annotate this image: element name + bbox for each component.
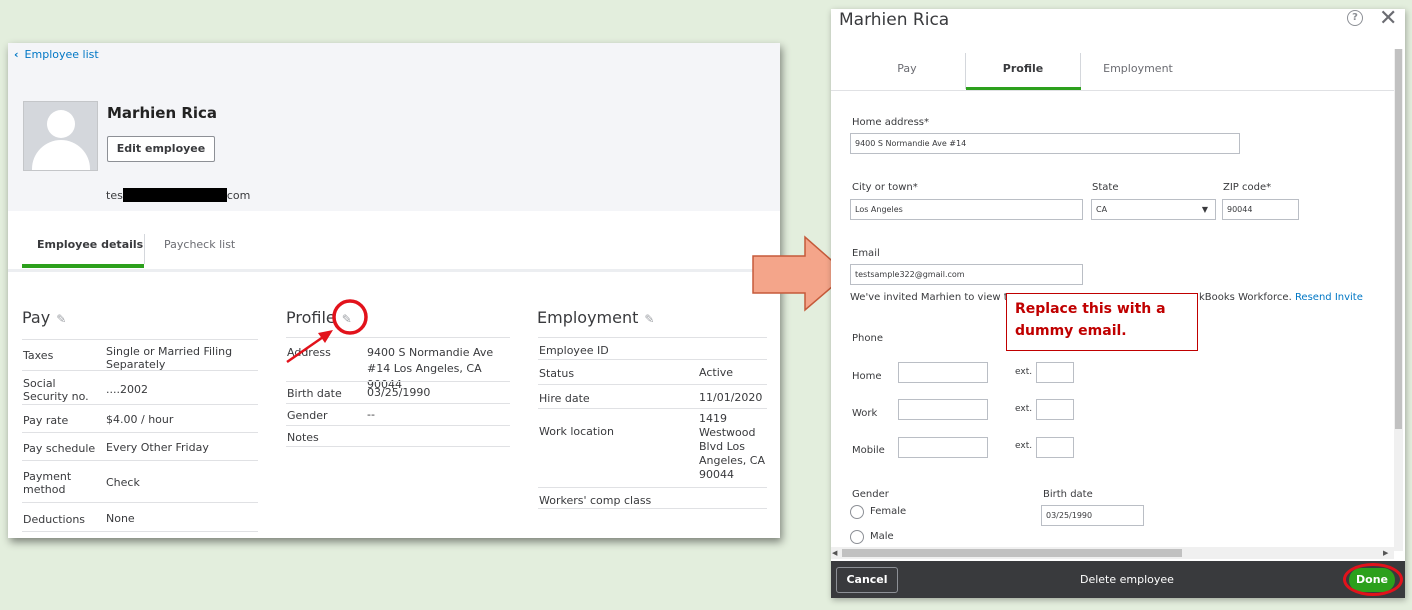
state-select[interactable]: CA ▼ <box>1091 199 1216 220</box>
mobile-phone-label: Mobile <box>852 445 885 456</box>
gender-label: Gender <box>852 489 889 500</box>
vertical-scrollbar[interactable] <box>1394 49 1403 551</box>
mobile-ext-input[interactable] <box>1036 437 1074 458</box>
city-input[interactable]: Los Angeles <box>850 199 1083 220</box>
work-phone-input[interactable] <box>898 399 988 420</box>
ext-label: ext. <box>1015 404 1033 414</box>
resend-invite-link[interactable]: Resend Invite <box>1295 292 1363 303</box>
gender-male-label: Male <box>870 531 894 542</box>
email-label: Email <box>852 248 880 259</box>
work-ext-input[interactable] <box>1036 399 1074 420</box>
home-phone-label: Home <box>852 371 882 382</box>
dialog-footer: Cancel Delete employee Done <box>831 561 1405 598</box>
gender-female-label: Female <box>870 506 907 517</box>
home-address-input[interactable]: 9400 S Normandie Ave #14 <box>850 133 1240 154</box>
horizontal-scrollbar[interactable]: ◀ ▶ <box>831 547 1394 559</box>
close-icon[interactable]: ✕ <box>1379 9 1397 31</box>
state-label: State <box>1092 182 1119 193</box>
work-phone-label: Work <box>852 408 878 419</box>
annotation-circle <box>1343 563 1403 596</box>
zip-label: ZIP code* <box>1223 182 1272 193</box>
phone-label: Phone <box>852 333 883 344</box>
invite-text-end: kBooks Workforce. Resend Invite <box>1199 292 1363 303</box>
home-phone-input[interactable] <box>898 362 988 383</box>
help-icon[interactable]: ? <box>1347 10 1363 26</box>
tab-profile[interactable]: Profile <box>966 62 1080 75</box>
home-address-label: Home address* <box>852 117 929 128</box>
gender-male-radio[interactable] <box>850 530 864 544</box>
city-label: City or town* <box>852 182 918 193</box>
ext-label: ext. <box>1015 441 1033 451</box>
birth-date-input[interactable]: 03/25/1990 <box>1041 505 1144 526</box>
dialog-title: Marhien Rica <box>839 10 950 30</box>
mobile-phone-input[interactable] <box>898 437 988 458</box>
tab-employment[interactable]: Employment <box>1081 62 1195 75</box>
email-input[interactable]: testsample322@gmail.com <box>850 264 1083 285</box>
annotation-callout: Replace this with a dummy email. <box>1006 293 1198 351</box>
tab-pay[interactable]: Pay <box>850 62 964 75</box>
ext-label: ext. <box>1015 367 1033 377</box>
delete-employee-link[interactable]: Delete employee <box>1080 573 1174 586</box>
chevron-down-icon: ▼ <box>1201 205 1208 214</box>
cancel-button[interactable]: Cancel <box>836 567 898 593</box>
birth-date-label: Birth date <box>1043 489 1093 500</box>
zip-input[interactable]: 90044 <box>1222 199 1299 220</box>
gender-female-radio[interactable] <box>850 505 864 519</box>
invite-text-start: We've invited Marhien to view t <box>850 292 1008 303</box>
home-ext-input[interactable] <box>1036 362 1074 383</box>
